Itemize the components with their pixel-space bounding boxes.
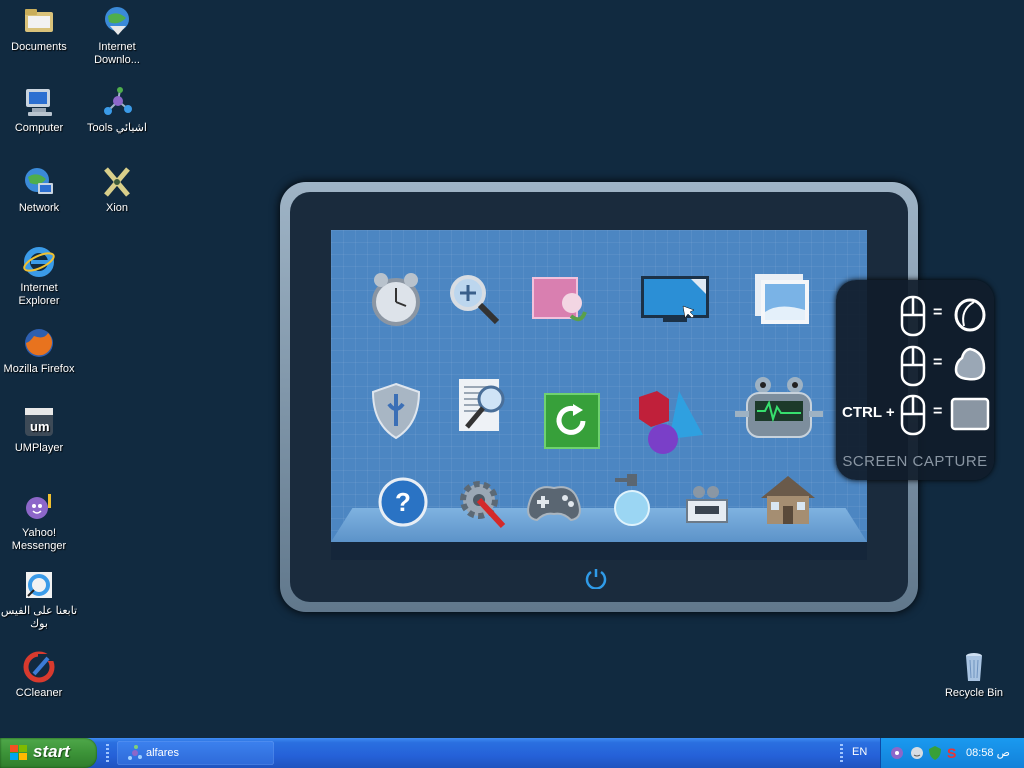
computer-icon <box>22 85 56 119</box>
tray-security-icon[interactable] <box>927 745 943 761</box>
help-icon[interactable]: ? <box>377 476 439 538</box>
taskbar-grip[interactable] <box>106 744 109 762</box>
network-globe-icon <box>22 165 56 199</box>
equals-sign: = <box>933 354 943 371</box>
desktop-icon-label: Network <box>18 202 60 214</box>
launcher-screen: ? <box>331 230 867 560</box>
power-button-icon[interactable] <box>585 567 607 590</box>
clock[interactable]: 08:58 ص <box>966 746 1010 759</box>
equals-sign: = <box>933 403 943 420</box>
desktop-icon-documents[interactable]: Documents <box>0 4 78 54</box>
cleaner-spray-icon[interactable] <box>607 470 669 532</box>
recycle-bin-icon <box>957 650 991 684</box>
svg-text:S: S <box>947 745 956 761</box>
desktop-icon-label: CCleaner <box>15 687 63 699</box>
rectangle-selection-icon <box>950 397 990 431</box>
ctrl-label: CTRL + <box>842 404 895 421</box>
desktop-icon-label: Internet Explorer <box>18 282 60 307</box>
3d-shapes-icon[interactable] <box>635 385 703 454</box>
desktop-icon-internet-explorer[interactable]: Internet Explorer <box>0 245 78 308</box>
mouse-left-click-icon <box>900 295 926 337</box>
desktop-icon-ccleaner[interactable]: CCleaner <box>0 650 78 700</box>
umplayer-icon: um <box>22 405 56 439</box>
tray-s-icon[interactable]: S <box>945 744 961 762</box>
desktop-icon-label: تابعنا على الفيس بوك <box>0 605 78 630</box>
xion-icon <box>100 165 134 199</box>
robot-monitor-icon[interactable] <box>729 373 823 438</box>
projector-icon[interactable] <box>681 484 743 546</box>
internet-explorer-icon <box>22 245 56 279</box>
windows-logo-icon <box>10 745 27 760</box>
refresh-restart-icon[interactable] <box>541 390 603 452</box>
desktop-icon-label: Tools اشيائي <box>87 122 147 134</box>
desktop-icon-umplayer[interactable]: um UMPlayer <box>0 405 78 455</box>
desktop-icon-tools[interactable]: Tools اشيائي <box>78 85 156 135</box>
desktop-icon-internet-download-manager[interactable]: Internet Downlo... <box>78 4 156 67</box>
alarm-clock-icon[interactable] <box>365 268 427 330</box>
freeform-selection-icon <box>954 347 986 381</box>
folder-icon <box>22 4 56 38</box>
desktop-icon-yahoo-messenger[interactable]: Yahoo! Messenger <box>0 490 78 553</box>
capture-row-rectangle[interactable]: CTRL + = <box>836 394 994 436</box>
screen-capture-title: SCREEN CAPTURE <box>842 453 988 470</box>
picture-viewer-icon[interactable] <box>751 268 813 330</box>
desktop-icon-xion[interactable]: Xion <box>78 165 156 215</box>
mouse-click-icon <box>900 394 926 436</box>
internet-shortcut-icon <box>22 568 56 602</box>
desktop-icon-facebook-link[interactable]: تابعنا على الفيس بوك <box>0 568 78 631</box>
screen-bottom-bar <box>331 542 867 560</box>
desktop-icon-network[interactable]: Network <box>0 165 78 215</box>
svg-text:um: um <box>30 419 50 434</box>
start-button[interactable]: start <box>0 738 97 768</box>
document-search-icon[interactable] <box>451 375 513 437</box>
start-label: start <box>33 742 70 761</box>
desktop-icon-computer[interactable]: Computer <box>0 85 78 135</box>
tray-smiley-icon[interactable] <box>909 745 925 761</box>
equals-sign: = <box>933 304 943 321</box>
desktop-icon-label: Xion <box>105 202 129 214</box>
desktop-icon-label: Recycle Bin <box>944 687 1004 699</box>
desktop-icon-label: UMPlayer <box>14 442 64 454</box>
taskbar-grip[interactable] <box>840 744 843 762</box>
desktop: Documents Computer Network Internet Expl… <box>0 0 1024 738</box>
capture-row-freeform[interactable]: = <box>836 345 994 387</box>
screen-capture-panel: = = CTRL + = SCREEN CAPTURE <box>836 280 994 480</box>
download-manager-icon <box>100 4 134 38</box>
ellipse-selection-icon <box>954 298 986 332</box>
tablet-launcher: ? <box>280 182 918 612</box>
tools-network-icon <box>128 745 142 760</box>
tools-network-icon <box>100 85 134 119</box>
desktop-icon-label: Internet Downlo... <box>94 41 140 66</box>
security-shield-icon[interactable] <box>365 380 427 442</box>
desktop-icon-firefox[interactable]: Mozilla Firefox <box>0 326 78 376</box>
photo-album-icon[interactable] <box>527 268 589 330</box>
ccleaner-icon <box>22 650 56 684</box>
system-tray: S 08:58 ص <box>880 738 1024 768</box>
taskbar-window-label: alfares <box>146 747 180 759</box>
mouse-right-click-icon <box>900 345 926 387</box>
desktop-icon-label: Documents <box>11 41 67 53</box>
language-indicator[interactable]: EN <box>852 746 867 758</box>
capture-row-ellipse[interactable]: = <box>836 295 994 337</box>
firefox-icon <box>22 326 56 360</box>
desktop-icon-label: Computer <box>14 122 64 134</box>
gamepad-icon[interactable] <box>523 478 585 540</box>
home-icon[interactable] <box>757 472 819 534</box>
taskbar: start alfares EN S 08:58 ص <box>0 738 1024 768</box>
desktop-icon-recycle-bin[interactable]: Recycle Bin <box>935 650 1013 700</box>
desktop-icon-label: Mozilla Firefox <box>3 363 75 375</box>
desktop-screen-icon[interactable] <box>639 268 709 330</box>
taskbar-window-button[interactable]: alfares <box>117 741 274 765</box>
tray-app-icon[interactable] <box>889 745 905 761</box>
svg-text:?: ? <box>395 487 411 517</box>
yahoo-messenger-icon <box>22 490 56 524</box>
magnifier-zoom-icon[interactable] <box>443 268 505 330</box>
settings-tools-icon[interactable] <box>455 474 517 536</box>
desktop-icon-label: Yahoo! Messenger <box>11 527 67 552</box>
